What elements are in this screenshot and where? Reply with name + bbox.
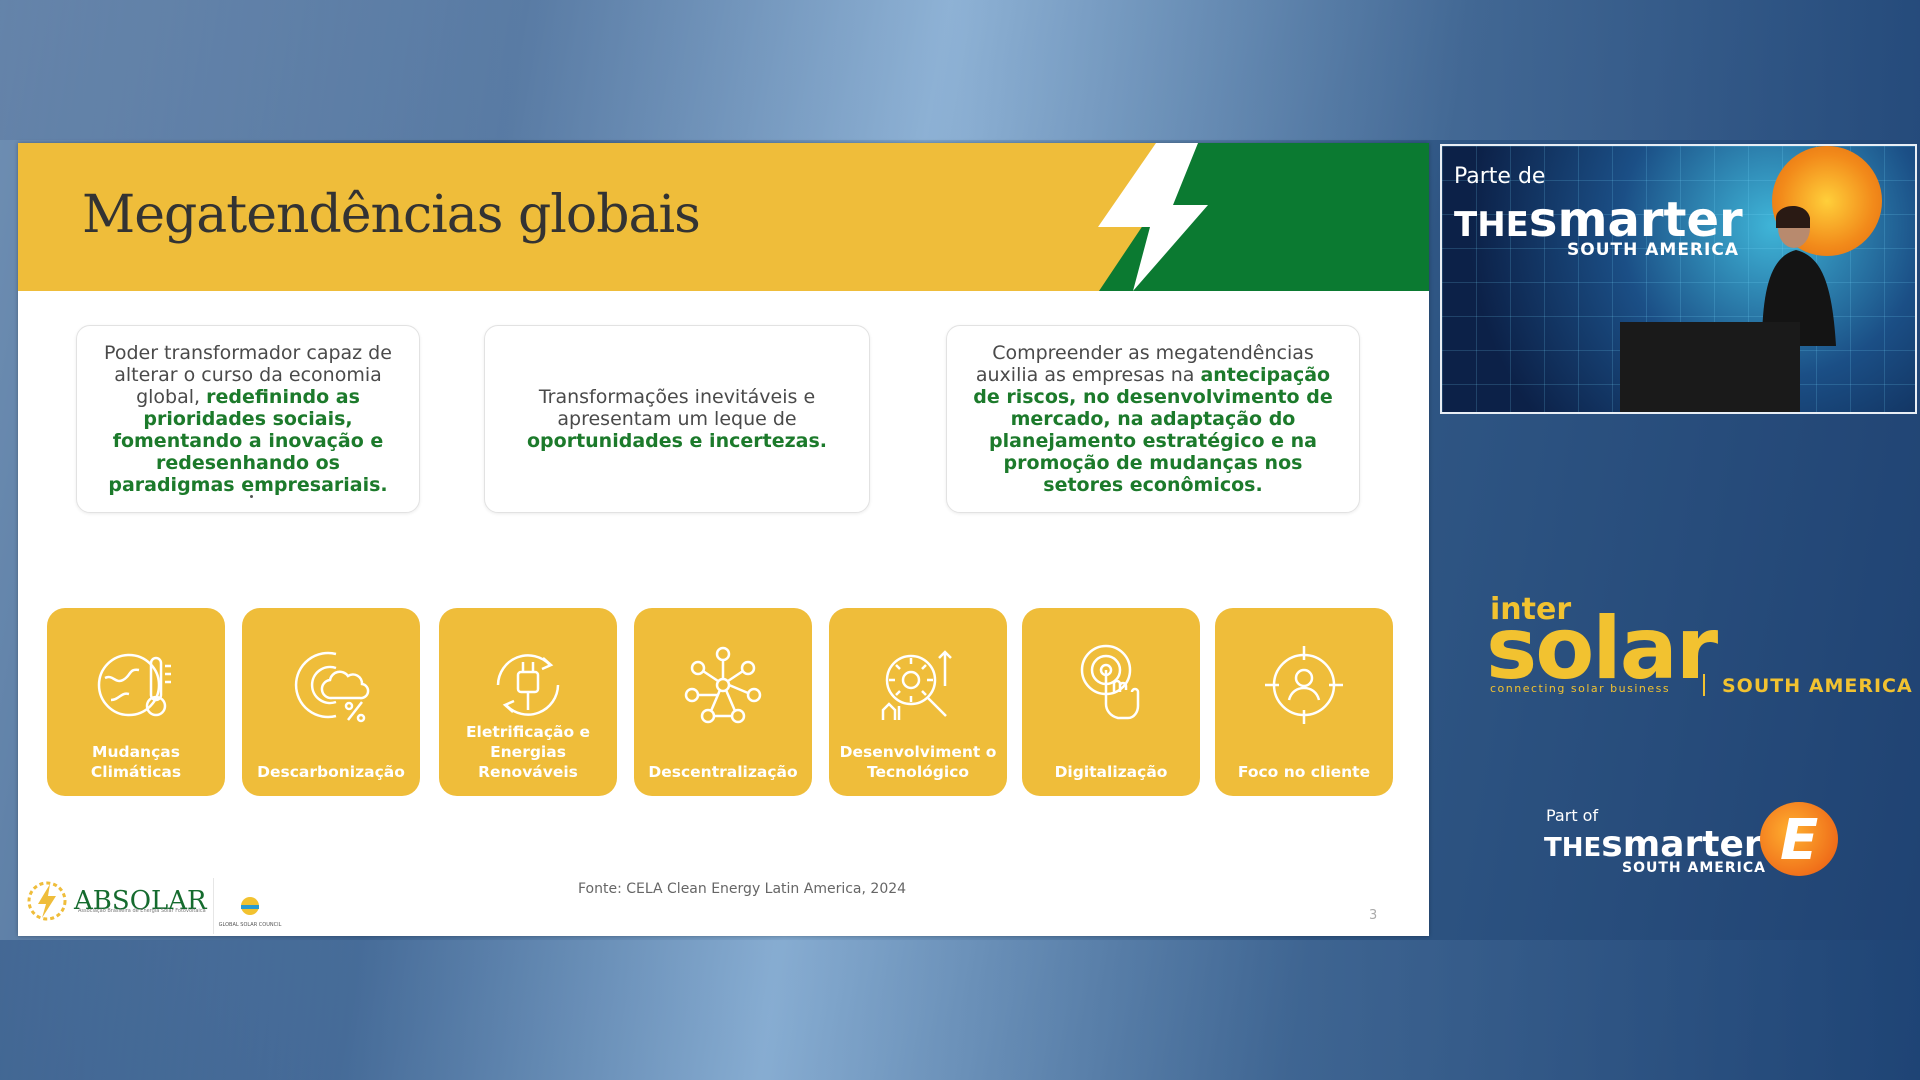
smarter-e-south-america: SOUTH AMERICA [1622,860,1766,876]
source-citation: Fonte: CELA Clean Energy Latin America, … [578,881,907,897]
podium [1620,322,1800,412]
background-band-bottom [0,940,1920,1080]
intersolar-solar: solar [1486,599,1718,699]
co2-cloud-icon [294,651,370,723]
lightning-bolt-icon [1098,143,1208,291]
presentation-slide: Megatendências globais Poder transformad… [18,143,1429,936]
tile-climate-change: Mudanças Climáticas [47,608,225,796]
absolar-sun-icon [27,881,67,921]
smarter-e-smarter: smarter [1601,824,1762,865]
info-box-understanding: Compreender as megatendências auxilia as… [946,325,1360,513]
globe-thermometer-icon [97,653,171,717]
absolar-subtitle: Associação Brasileira de Energia Solar F… [78,908,206,914]
smarter-e-the: THE [1544,833,1602,863]
camera-south-america: SOUTH AMERICA [1567,240,1739,260]
tile-digitalization: Digitalização [1022,608,1200,796]
tile-label: Desenvolviment o Tecnológico [839,743,997,781]
smarter-e-part-of: Part of [1546,806,1599,825]
slide-title: Megatendências globais [82,185,701,245]
smarter-e-letter: E [1780,808,1819,873]
info-highlight: oportunidades e incertezas. [527,430,827,452]
slide-page-number: 3 [1369,908,1378,923]
camera-parte-de: Parte de [1454,164,1546,189]
camera-the: THE [1454,205,1529,245]
plug-cycle-icon [496,654,560,716]
global-solar-council-logo: GLOBAL SOLAR COUNCIL [213,878,282,934]
info-box-inevitable-transformations: Transformações inevitáveis e apresentam … [484,325,870,513]
svg-text:GLOBAL SOLAR COUNCIL: GLOBAL SOLAR COUNCIL [219,922,282,928]
intersolar-south-america: SOUTH AMERICA [1722,675,1913,697]
tile-decarbonization: Descarbonização [242,608,420,796]
touch-finger-icon [1080,644,1140,720]
speaker-camera-feed: Parte de THEsmarter SOUTH AMERICA [1440,144,1917,414]
customer-target-icon [1265,646,1343,724]
gear-magnifier-icon [881,650,952,720]
intersolar-tagline: connecting solar business [1490,682,1671,695]
network-nodes-icon [684,646,762,724]
info-text: Transformações inevitáveis e apresentam … [538,386,816,430]
stray-dot [250,495,253,498]
intersolar-divider [1703,674,1705,696]
tile-decentralization: Descentralização [634,608,812,796]
info-box-transformative-power: Poder transformador capaz de alterar o c… [76,325,420,513]
tile-label: Mudanças Climáticas [90,743,182,781]
smarter-e-wordmark: THEsmarter [1544,824,1762,865]
tile-technological-development: Desenvolviment o Tecnológico [829,608,1007,796]
tile-label: Foco no cliente [1237,763,1371,781]
background-band-top [0,0,1920,140]
tile-electrification: Eletrificação e Energias Renováveis [439,608,617,796]
absolar-logo: ABSOLAR Associação Brasileira de Energia… [24,878,207,924]
tile-label: Digitalização [1054,763,1168,781]
tile-customer-focus: Foco no cliente [1215,608,1393,796]
tile-label: Descarbonização [257,763,405,781]
tile-label: Descentralização [648,763,798,781]
tile-label: Eletrificação e Energias Renováveis [465,723,591,781]
